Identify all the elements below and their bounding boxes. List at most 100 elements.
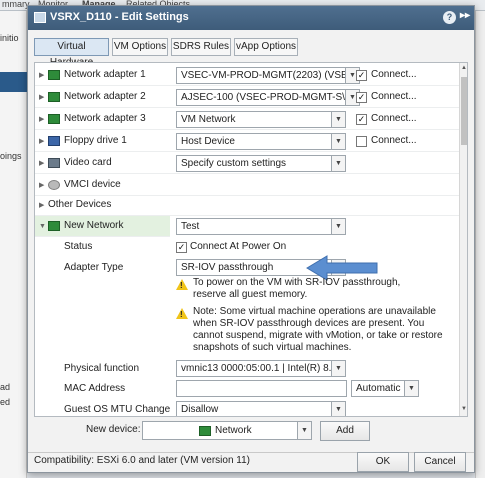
compatibility-text: Compatibility: ESXi 6.0 and later (VM ve… <box>34 455 251 466</box>
device-label: Other Devices <box>48 199 112 210</box>
adapter-type-label: Adapter Type <box>64 262 124 273</box>
background-right-panel <box>475 11 485 478</box>
tab-vapp-options[interactable]: vApp Options <box>234 38 298 56</box>
help-icon[interactable]: ? <box>443 11 456 24</box>
expand-arrow-icon[interactable]: ▶ <box>39 159 44 167</box>
virtual-hardware-grid: ▶ Network adapter 1 VSEC-VM-PROD-MGMT(22… <box>34 62 468 417</box>
chevron-down-icon[interactable]: ▼ <box>331 134 345 149</box>
chevron-down-icon[interactable]: ▼ <box>331 402 345 416</box>
device-label: Network adapter 1 <box>64 69 146 80</box>
ok-button[interactable]: OK <box>357 452 409 472</box>
new-device-label: New device: <box>86 424 141 435</box>
network-adapter-icon <box>48 114 60 124</box>
connected-checkbox[interactable]: ✓ <box>356 114 367 125</box>
tab-vm-options[interactable]: VM Options <box>112 38 168 56</box>
edit-settings-dialog: VSRX_D110 - Edit Settings ? ▸▸ Virtual H… <box>27 5 475 473</box>
device-label: Floppy drive 1 <box>64 135 127 146</box>
floppy-select[interactable]: Host Device ▼ <box>176 133 346 150</box>
connected-label: Connect... <box>371 113 417 124</box>
network-select[interactable]: VM Network ▼ <box>176 111 346 128</box>
physical-function-label: Physical function <box>64 363 140 374</box>
floppy-select-value: Host Device <box>181 136 235 147</box>
device-label: Network adapter 2 <box>64 91 146 102</box>
network-select[interactable]: AJSEC-100 (VSEC-PROD-MGMT-S\ ▼ <box>176 89 360 106</box>
background-selected-item <box>0 72 27 92</box>
vertical-scrollbar[interactable]: ▲ ▼ <box>459 63 467 416</box>
cancel-button[interactable]: Cancel <box>414 452 466 472</box>
adapter-type-select-value: SR-IOV passthrough <box>181 262 274 273</box>
mac-mode-select-value: Automatic <box>356 383 401 394</box>
device-label: Video card <box>64 157 112 168</box>
add-device-button[interactable]: Add <box>320 421 370 441</box>
physical-function-select-value: vmnic13 0000:05:00.1 | Intel(R) 8... <box>181 363 338 374</box>
chevron-down-icon[interactable]: ▼ <box>331 156 345 171</box>
chevron-down-icon[interactable]: ▼ <box>297 422 311 439</box>
video-card-select-value: Specify custom settings <box>181 158 287 169</box>
device-row-other-devices[interactable]: ▶ Other Devices <box>35 195 459 216</box>
scrollbar-thumb[interactable] <box>461 77 467 145</box>
guest-os-mtu-select[interactable]: Disallow ▼ <box>176 401 346 416</box>
tab-sdrs-rules[interactable]: SDRS Rules <box>171 38 231 56</box>
mac-mode-select[interactable]: Automatic ▼ <box>351 380 419 397</box>
device-label: New Network <box>64 220 124 231</box>
video-card-select[interactable]: Specify custom settings ▼ <box>176 155 346 172</box>
device-row-network-adapter-2[interactable]: ▶ Network adapter 2 AJSEC-100 (VSEC-PROD… <box>35 87 459 108</box>
guest-os-mtu-label: Guest OS MTU Change <box>64 404 171 415</box>
tab-virtual-hardware[interactable]: Virtual Hardware <box>34 38 109 68</box>
expand-arrow-icon[interactable]: ▶ <box>39 137 44 145</box>
physical-function-select[interactable]: vmnic13 0000:05:00.1 | Intel(R) 8... ▼ <box>176 360 346 377</box>
collapse-arrow-icon[interactable]: ▼ <box>39 223 46 230</box>
network-adapter-icon <box>48 92 60 102</box>
dialog-title: VSRX_D110 - Edit Settings <box>50 11 189 23</box>
status-label: Status <box>64 241 93 252</box>
connect-at-power-on-checkbox[interactable]: ✓ <box>176 242 187 253</box>
expand-arrow-icon[interactable]: ▶ <box>39 93 44 101</box>
mac-address-input[interactable] <box>176 380 347 397</box>
bg-left-label: ad <box>0 382 11 392</box>
chevron-down-icon[interactable]: ▼ <box>331 219 345 234</box>
dialog-titlebar[interactable]: VSRX_D110 - Edit Settings ? ▸▸ <box>28 6 474 30</box>
chevron-down-icon[interactable]: ▼ <box>331 112 345 127</box>
device-row-vmci-device[interactable]: ▶ VMCI device <box>35 175 459 196</box>
new-device-select-value: Network <box>215 425 252 436</box>
device-row-floppy-drive-1[interactable]: ▶ Floppy drive 1 Host Device ▼ Connect... <box>35 131 459 152</box>
new-network-select-value: Test <box>181 221 200 232</box>
connected-checkbox[interactable] <box>356 136 367 147</box>
network-select[interactable]: VSEC-VM-PROD-MGMT(2203) (VSE ▼ <box>176 67 360 84</box>
warning-icon: ! <box>176 308 188 319</box>
new-network-select[interactable]: Test ▼ <box>176 218 346 235</box>
bg-left-label: initio <box>0 33 19 43</box>
network-adapter-icon <box>48 221 60 231</box>
expand-arrow-icon[interactable]: ▶ <box>39 181 44 189</box>
chevron-down-icon[interactable]: ▼ <box>404 381 418 396</box>
connected-label: Connect... <box>371 91 417 102</box>
expand-arrow-icon[interactable]: ▶ <box>39 115 44 123</box>
network-adapter-icon <box>199 426 211 436</box>
scroll-down-icon[interactable]: ▼ <box>461 406 467 412</box>
warning-icon: ! <box>176 279 188 290</box>
connect-at-power-on-label: Connect At Power On <box>190 241 287 252</box>
expand-icon[interactable]: ▸▸ <box>460 10 470 21</box>
video-card-icon <box>48 158 60 168</box>
device-row-new-network[interactable]: ▼ New Network <box>35 216 170 237</box>
expand-arrow-icon[interactable]: ▶ <box>39 201 44 209</box>
scroll-up-icon[interactable]: ▲ <box>461 65 467 71</box>
expand-arrow-icon[interactable]: ▶ <box>39 71 44 79</box>
bg-left-label: oings <box>0 151 22 161</box>
network-select-value: VSEC-VM-PROD-MGMT(2203) (VSE <box>181 70 348 81</box>
device-row-network-adapter-1[interactable]: ▶ Network adapter 1 VSEC-VM-PROD-MGMT(22… <box>35 65 459 86</box>
bg-left-label: ed <box>0 397 11 407</box>
virtual-machine-icon <box>34 12 46 23</box>
chevron-down-icon[interactable]: ▼ <box>331 361 345 376</box>
warning-message-operations: Note: Some virtual machine operations ar… <box>193 306 443 353</box>
new-device-select[interactable]: Network ▼ <box>142 421 312 440</box>
device-row-video-card[interactable]: ▶ Video card Specify custom settings ▼ <box>35 153 459 174</box>
connected-checkbox[interactable]: ✓ <box>356 70 367 81</box>
network-select-value: AJSEC-100 (VSEC-PROD-MGMT-S\ <box>181 92 345 103</box>
mac-address-label: MAC Address <box>64 383 126 394</box>
connected-checkbox[interactable]: ✓ <box>356 92 367 103</box>
device-label: Network adapter 3 <box>64 113 146 124</box>
network-adapter-icon <box>48 70 60 80</box>
device-label: VMCI device <box>64 179 121 190</box>
device-row-network-adapter-3[interactable]: ▶ Network adapter 3 VM Network ▼ ✓ Connec… <box>35 109 459 130</box>
